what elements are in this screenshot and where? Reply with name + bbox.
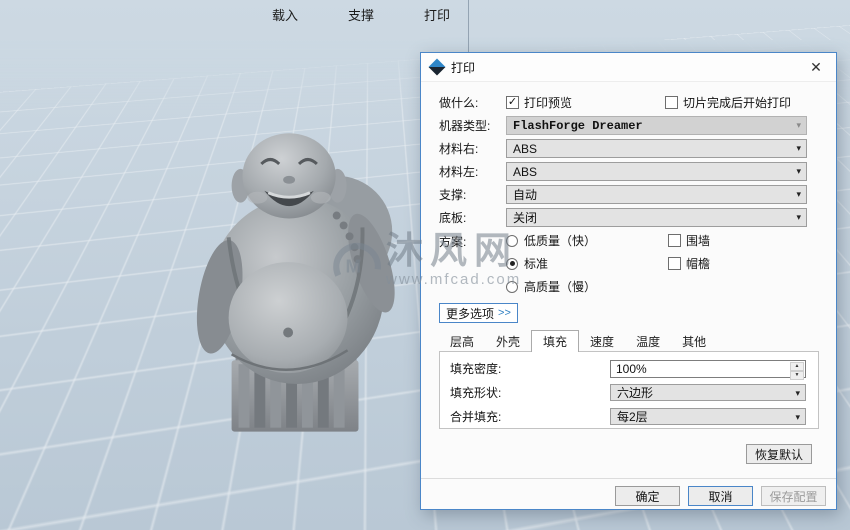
buddha-statue-graphic [196, 133, 395, 432]
wall-label: 围墙 [686, 234, 711, 248]
restore-defaults-button[interactable]: 恢复默认 [746, 444, 812, 464]
radio-high-quality[interactable] [506, 280, 518, 293]
combine-infill-value: 每2层 [617, 410, 648, 424]
material-left-row: 材料左: ABS ▾ [439, 162, 807, 181]
combine-infill-row: 合并填充: 每2层 ▾ [450, 407, 808, 426]
profile-label: 方案: [439, 235, 467, 249]
print-when-sliced-label: 切片完成后开始打印 [683, 96, 792, 110]
brim-checkbox[interactable] [668, 257, 682, 270]
infill-panel: 填充密度: 100% ▲ ▼ 填充形状: 六边形 ▾ 合并填充: 每2层 ▾ [439, 351, 819, 429]
high-quality-label: 高质量（慢） [524, 280, 597, 294]
fill-density-row: 填充密度: 100% ▲ ▼ [450, 359, 808, 380]
spin-up-button[interactable]: ▲ [790, 361, 804, 371]
raft-value: 关闭 [513, 211, 538, 225]
app-window: 载入 支撑 打印 M 沐风网 www.mfcad.com 打印 ✕ 做什么: 打… [0, 0, 850, 530]
close-icon[interactable]: ✕ [802, 59, 830, 76]
spin-down-button[interactable]: ▼ [790, 370, 804, 380]
support-label: 支撑: [439, 188, 467, 202]
fill-pattern-select[interactable]: 六边形 ▾ [610, 384, 806, 401]
print-when-sliced-checkbox[interactable] [665, 96, 679, 109]
machine-type-row: 机器类型: FlashForge Dreamer ▾ [439, 116, 807, 135]
tab-others[interactable]: 其他 [671, 332, 717, 351]
tab-temperature[interactable]: 温度 [625, 332, 671, 351]
chevron-down-icon: ▾ [796, 212, 801, 222]
chevron-down-icon: ▾ [796, 189, 801, 199]
material-right-row: 材料右: ABS ▾ [439, 139, 807, 158]
what-to-do-label: 做什么: [439, 96, 479, 110]
fill-pattern-label: 填充形状: [450, 386, 502, 400]
material-right-select[interactable]: ABS ▾ [506, 139, 807, 158]
support-select[interactable]: 自动 ▾ [506, 185, 807, 204]
top-toolbar: 载入 支撑 打印 [0, 0, 850, 52]
quality-high-option[interactable]: 高质量（慢） [506, 277, 596, 296]
what-to-do-row: 做什么: 打印预览 切片完成后开始打印 [439, 93, 807, 112]
material-left-value: ABS [513, 164, 538, 179]
dialog-titlebar[interactable]: 打印 ✕ [421, 53, 836, 82]
toolbar-print-button[interactable]: 打印 [424, 5, 450, 24]
fill-density-value: 100% [616, 361, 647, 376]
more-options-button[interactable]: 更多选项 >> [439, 303, 518, 323]
material-right-value: ABS [513, 141, 538, 156]
tab-infill[interactable]: 填充 [531, 330, 580, 352]
chevron-down-icon: ▾ [795, 388, 800, 398]
print-dialog: 打印 ✕ 做什么: 打印预览 切片完成后开始打印 机器类型: FlashForg… [420, 52, 837, 510]
machine-type-label: 机器类型: [439, 119, 491, 133]
print-preview-label: 打印预览 [524, 96, 573, 110]
ok-button[interactable]: 确定 [615, 486, 680, 506]
cancel-button[interactable]: 取消 [688, 486, 753, 506]
toolbar-load-button[interactable]: 载入 [272, 5, 298, 24]
combine-infill-label: 合并填充: [450, 410, 502, 424]
low-quality-label: 低质量（快） [524, 234, 597, 248]
fill-pattern-row: 填充形状: 六边形 ▾ [450, 383, 808, 402]
double-chevron-icon: >> [498, 307, 511, 319]
save-config-button: 保存配置 [761, 486, 826, 506]
chevron-down-icon: ▾ [795, 412, 800, 422]
material-right-label: 材料右: [439, 142, 479, 156]
fill-density-label: 填充密度: [450, 362, 502, 376]
machine-type-value: FlashForge Dreamer [513, 118, 643, 133]
more-options-label: 更多选项 [446, 306, 495, 321]
toolbar-separator [468, 0, 469, 52]
print-preview-checkbox[interactable] [506, 96, 519, 109]
radio-low-quality[interactable] [506, 234, 518, 247]
support-value: 自动 [513, 188, 538, 202]
wall-option[interactable]: 围墙 [668, 231, 710, 250]
quality-standard-option[interactable]: 标准 [506, 254, 596, 273]
chevron-down-icon: ▾ [796, 143, 801, 153]
flashforge-logo-icon [428, 58, 446, 76]
tab-speed[interactable]: 速度 [579, 332, 625, 351]
brim-option[interactable]: 帽檐 [668, 254, 710, 273]
toolbar-support-button[interactable]: 支撑 [348, 5, 374, 24]
dialog-title: 打印 [451, 60, 476, 75]
footer-separator [421, 478, 836, 479]
tab-shell[interactable]: 外壳 [485, 332, 531, 351]
brim-label: 帽檐 [686, 257, 711, 271]
dialog-footer: 确定 取消 保存配置 [421, 486, 836, 506]
material-left-label: 材料左: [439, 165, 479, 179]
material-left-select[interactable]: ABS ▾ [506, 162, 807, 181]
dialog-body: 做什么: 打印预览 切片完成后开始打印 机器类型: FlashForge Dre… [421, 82, 836, 429]
raft-select[interactable]: 关闭 ▾ [506, 208, 807, 227]
support-row: 支撑: 自动 ▾ [439, 185, 807, 204]
chevron-down-icon: ▾ [796, 120, 801, 130]
profile-block: 方案: 低质量（快） 标准 高质量（慢） 围墙 帽檐 [439, 231, 807, 300]
machine-type-select: FlashForge Dreamer ▾ [506, 116, 807, 135]
radio-standard[interactable] [506, 257, 518, 270]
model-buddha[interactable] [186, 106, 414, 444]
fill-pattern-value: 六边形 [617, 386, 654, 400]
raft-label: 底板: [439, 211, 467, 225]
raft-row: 底板: 关闭 ▾ [439, 208, 807, 227]
combine-infill-select[interactable]: 每2层 ▾ [610, 408, 806, 425]
quality-low-option[interactable]: 低质量（快） [506, 231, 596, 250]
wall-checkbox[interactable] [668, 234, 682, 247]
chevron-down-icon: ▾ [796, 166, 801, 176]
settings-tabs: 层高 外壳 填充 速度 温度 其他 [439, 329, 807, 352]
fill-density-spinner[interactable]: 100% ▲ ▼ [610, 359, 806, 380]
standard-label: 标准 [524, 257, 549, 271]
tab-layer-height[interactable]: 层高 [439, 332, 485, 351]
